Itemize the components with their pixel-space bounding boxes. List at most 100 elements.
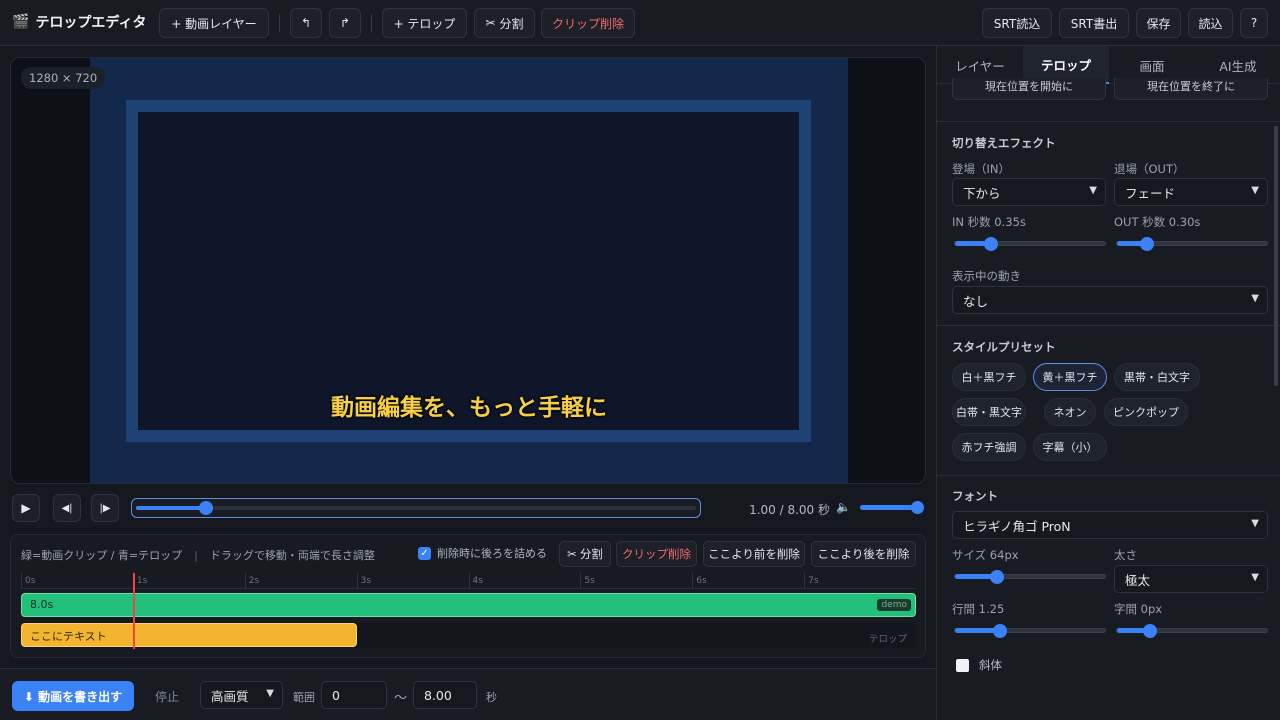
out-effect-select[interactable]: フェード ▼ — [1114, 178, 1268, 206]
preview-telop-text[interactable]: 動画編集を、もっと手軽に — [90, 388, 848, 422]
slider-thumb[interactable] — [1143, 624, 1157, 638]
chevron-down-icon: ▼ — [1251, 518, 1259, 529]
slider-thumb[interactable] — [993, 624, 1007, 638]
toolbar-divider — [371, 14, 372, 32]
preset-red-emphasis[interactable]: 赤フチ強調 — [952, 433, 1026, 461]
load-button[interactable]: 読込 — [1188, 8, 1233, 38]
line-height-slider[interactable] — [954, 624, 1106, 638]
preset-subtitle-small[interactable]: 字幕（小） — [1033, 433, 1107, 461]
chevron-down-icon: ▼ — [1251, 293, 1259, 304]
volume-slider[interactable] — [860, 501, 924, 514]
split-button[interactable]: ✂ 分割 — [474, 8, 535, 38]
range-end-input[interactable]: 8.00 — [413, 681, 477, 709]
scissors-icon: ✂ — [567, 547, 577, 561]
preset-white-black[interactable]: 白＋黒フチ — [952, 363, 1026, 391]
preset-whiteband-black[interactable]: 白帯・黒文字 — [952, 398, 1026, 426]
preview-canvas[interactable]: 動画編集を、もっと手軽に — [90, 58, 848, 483]
italic-checkbox[interactable] — [956, 658, 969, 672]
split-label: 分割 — [499, 16, 524, 31]
section-divider — [937, 325, 1280, 326]
resolution-badge: 1280 × 720 — [21, 67, 106, 89]
preset-blackband-white[interactable]: 黒帯・白文字 — [1114, 363, 1200, 391]
letter-spacing-slider[interactable] — [1116, 624, 1268, 638]
font-size-slider[interactable] — [954, 570, 1106, 584]
app-logo: 🎬 テロップエディタ — [12, 12, 146, 32]
playhead[interactable] — [132, 573, 135, 649]
slider-thumb[interactable] — [1140, 237, 1154, 251]
motion-value: なし — [963, 293, 989, 309]
seek-thumb[interactable] — [199, 501, 213, 515]
ruler-tick: 2s — [244, 573, 259, 589]
seek-bar[interactable] — [131, 498, 701, 518]
close-gap-checkbox[interactable]: ✓ — [418, 546, 431, 560]
play-button[interactable]: ▶ — [12, 494, 40, 522]
line-height-label: 行間 1.25 — [952, 602, 1005, 616]
in-effect-select[interactable]: 下から ▼ — [952, 178, 1106, 206]
undo-button[interactable]: ↰ — [290, 8, 322, 38]
preset-neon[interactable]: ネオン — [1044, 398, 1096, 426]
scissors-icon: ✂ — [485, 16, 496, 30]
range-end-value: 8.00 — [424, 687, 452, 703]
chevron-down-icon: ▼ — [1251, 572, 1259, 583]
close-gap-toggle[interactable]: ✓ 削除時に後ろを詰める — [418, 545, 547, 561]
set-end-button[interactable]: 現在位置を終了に — [1114, 78, 1268, 100]
range-start-input[interactable]: 0 — [321, 681, 387, 709]
italic-toggle[interactable]: 斜体 — [956, 657, 1002, 673]
toolbar-divider — [279, 14, 280, 32]
video-clip[interactable]: 8.0s demo — [21, 593, 916, 617]
letter-spacing-label: 字間 0px — [1114, 602, 1163, 616]
export-video-button[interactable]: ⬇ 動画を書き出す — [12, 681, 134, 711]
step-back-button[interactable]: ◀| — [53, 494, 81, 522]
telop-clip[interactable]: ここにテキスト — [21, 623, 357, 647]
in-effect-value: 下から — [963, 185, 1001, 201]
timeline-split-label: 分割 — [579, 547, 603, 561]
range-separator: 〜 — [394, 691, 408, 706]
out-duration-label: OUT 秒数 0.30s — [1114, 215, 1201, 229]
out-duration-slider[interactable] — [1116, 237, 1268, 251]
seek-track — [136, 506, 696, 510]
save-button[interactable]: 保存 — [1136, 8, 1181, 38]
font-weight-select[interactable]: 極太 ▼ — [1114, 565, 1268, 593]
motion-select[interactable]: なし ▼ — [952, 286, 1268, 314]
chevron-down-icon: ▼ — [1251, 185, 1259, 196]
set-start-button[interactable]: 現在位置を開始に — [952, 78, 1106, 100]
timeline-ruler[interactable]: 0s 1s 2s 3s 4s 5s 6s 7s — [21, 573, 916, 589]
volume-icon[interactable]: 🔈 — [836, 500, 851, 514]
app-title: テロップエディタ — [35, 15, 147, 31]
help-button[interactable]: ? — [1240, 8, 1268, 38]
ruler-tick: 4s — [468, 573, 483, 589]
add-video-layer-button[interactable]: + 動画レイヤー — [159, 8, 269, 38]
delete-before-button[interactable]: ここより前を削除 — [703, 541, 805, 567]
add-telop-button[interactable]: + テロップ — [382, 8, 467, 38]
slider-thumb[interactable] — [990, 570, 1004, 584]
quality-select[interactable]: 高画質 ▼ — [200, 681, 283, 709]
delete-clip-button[interactable]: クリップ削除 — [541, 8, 635, 38]
ruler-tick: 6s — [692, 573, 707, 589]
timeline-panel: 緑=動画クリップ / 青=テロップ | ドラッグで移動・両端で長さ調整 ✓ 削除時に… — [10, 534, 926, 658]
export-bar: ⬇ 動画を書き出す 停止 高画質 ▼ 範囲 0 〜 8.00 秒 — [0, 668, 936, 720]
section-divider — [937, 475, 1280, 476]
font-select[interactable]: ヒラギノ角ゴ ProN ▼ — [952, 511, 1268, 539]
transition-section-title: 切り替えエフェクト — [952, 136, 1056, 150]
srt-import-button[interactable]: SRT読込 — [982, 8, 1052, 38]
volume-thumb[interactable] — [911, 501, 924, 514]
step-forward-button[interactable]: |▶ — [91, 494, 119, 522]
timeline-split-button[interactable]: ✂ 分割 — [559, 541, 611, 567]
redo-button[interactable]: ↱ — [329, 8, 361, 38]
in-duration-slider[interactable] — [954, 237, 1106, 251]
slider-thumb[interactable] — [984, 237, 998, 251]
delete-after-button[interactable]: ここより後を削除 — [811, 541, 916, 567]
time-readout: 1.00 / 8.00 秒 — [749, 503, 830, 517]
range-start-value: 0 — [332, 687, 340, 703]
panel-scrollbar[interactable] — [1274, 126, 1278, 386]
preset-pink-pop[interactable]: ピンクポップ — [1104, 398, 1188, 426]
section-divider — [937, 121, 1280, 122]
telop-clip-label: ここにテキスト — [30, 630, 107, 643]
ruler-tick: 1s — [132, 573, 147, 589]
ruler-tick: 5s — [580, 573, 595, 589]
srt-export-button[interactable]: SRT書出 — [1059, 8, 1129, 38]
quality-value: 高画質 — [211, 688, 249, 704]
preset-yellow-black[interactable]: 黄＋黒フチ — [1033, 363, 1107, 391]
timeline-delete-clip-button[interactable]: クリップ削除 — [616, 541, 697, 567]
stop-button[interactable]: 停止 — [146, 681, 188, 711]
